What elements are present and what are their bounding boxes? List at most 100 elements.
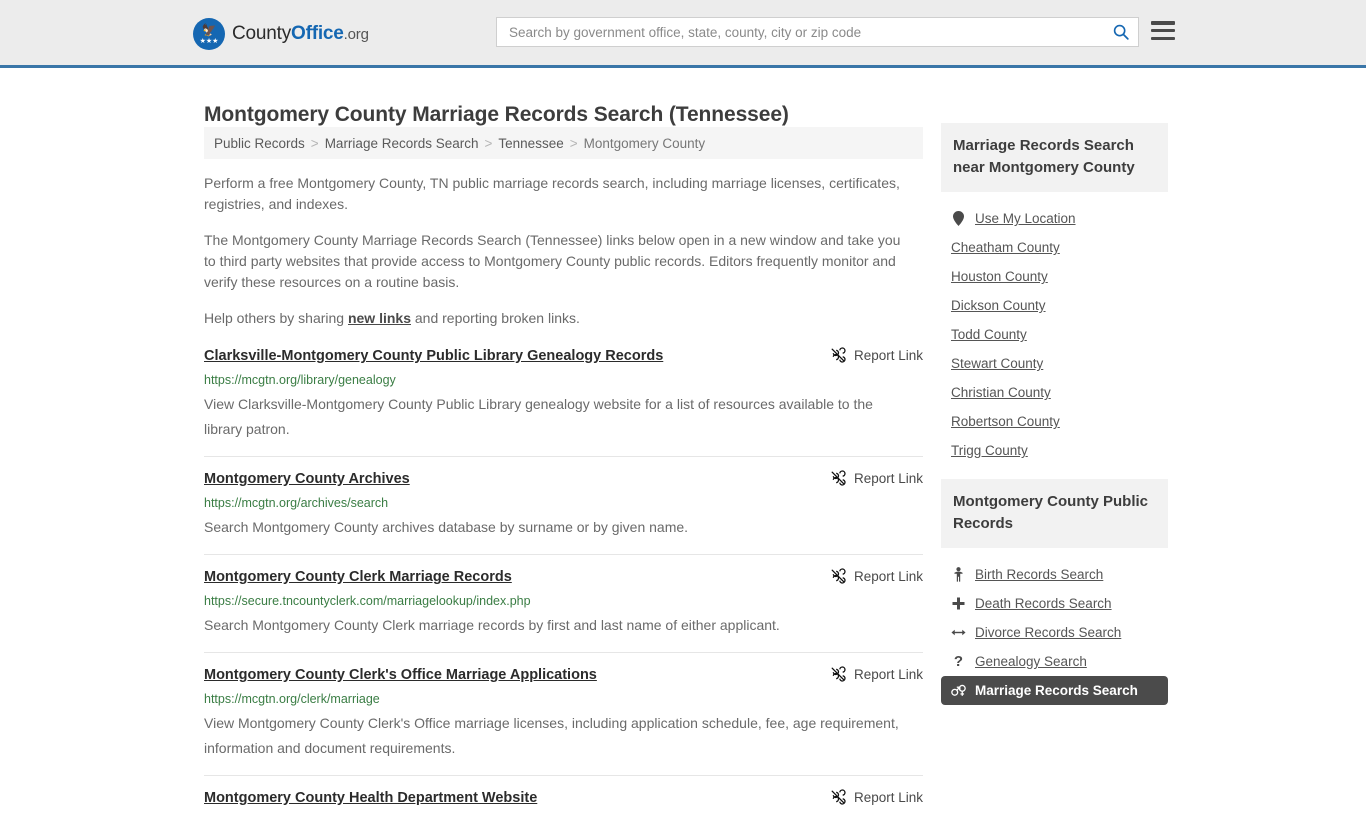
hamburger-bar: [1151, 28, 1175, 33]
sidebar-item-todd-county[interactable]: Todd County: [941, 320, 1168, 349]
logo-text-part3: .org: [343, 26, 369, 43]
logo-text: CountyOffice.org: [232, 23, 369, 45]
search-bar[interactable]: [496, 17, 1139, 47]
sidebar-item-robertson-county[interactable]: Robertson County: [941, 407, 1168, 436]
intro-paragraph-2: The Montgomery County Marriage Records S…: [204, 232, 901, 290]
sidebar-nearby-list: Use My Location Cheatham County Houston …: [941, 192, 1168, 465]
breadcrumb-separator: >: [569, 135, 578, 151]
baby-icon: [951, 567, 966, 582]
sidebar-item-label: Christian County: [951, 385, 1051, 400]
sidebar-item-label: Todd County: [951, 327, 1027, 342]
breadcrumb-item-montgomery-county: Montgomery County: [583, 135, 706, 151]
logo-text-part1: County: [232, 23, 292, 44]
map-pin-icon: [951, 211, 966, 226]
result-item: Montgomery County Archives Report Link h…: [204, 456, 923, 554]
broken-link-icon[interactable]: [830, 347, 846, 363]
sidebar-item-label: Death Records Search: [975, 596, 1112, 611]
help-prefix: Help others by sharing: [204, 310, 348, 326]
broken-link-icon[interactable]: [830, 666, 846, 682]
sidebar-item-marriage-records-search[interactable]: Marriage Records Search: [941, 676, 1168, 705]
result-item: Clarksville-Montgomery County Public Lib…: [204, 344, 923, 456]
search-input[interactable]: [507, 23, 1112, 41]
result-header: Montgomery County Archives Report Link: [204, 469, 923, 489]
main-content-column: Public Records > Marriage Records Search…: [204, 127, 923, 828]
result-title-link[interactable]: Montgomery County Health Department Webs…: [204, 788, 537, 808]
result-title-link[interactable]: Clarksville-Montgomery County Public Lib…: [204, 346, 663, 366]
sidebar-item-label: Dickson County: [951, 298, 1046, 313]
sidebar-item-label: Use My Location: [975, 211, 1076, 226]
eagle-stars-emblem-icon: 🦅 ★★★: [193, 18, 225, 50]
result-item: Montgomery County Clerk Marriage Records…: [204, 554, 923, 652]
site-header: 🦅 ★★★ CountyOffice.org: [0, 0, 1366, 68]
page-title: Montgomery County Marriage Records Searc…: [204, 103, 789, 127]
breadcrumb-item-tennessee[interactable]: Tennessee: [498, 136, 563, 151]
sidebar-item-stewart-county[interactable]: Stewart County: [941, 349, 1168, 378]
breadcrumb-separator: >: [310, 135, 319, 151]
result-description: View Clarksville-Montgomery County Publi…: [204, 396, 873, 437]
sidebar-item-label: Genealogy Search: [975, 654, 1087, 669]
sidebar-item-houston-county[interactable]: Houston County: [941, 262, 1168, 291]
report-link-button[interactable]: Report Link: [830, 469, 923, 486]
report-link-button[interactable]: Report Link: [830, 788, 923, 805]
sidebar-item-label: Cheatham County: [951, 240, 1060, 255]
sidebar-item-use-my-location[interactable]: Use My Location: [941, 204, 1168, 233]
sidebar-item-label: Houston County: [951, 269, 1048, 284]
result-header: Montgomery County Health Department Webs…: [204, 788, 923, 808]
report-link-label: Report Link: [853, 470, 923, 486]
sidebar-item-label: Stewart County: [951, 356, 1044, 371]
left-right-arrow-icon: [951, 627, 966, 638]
question-mark-icon: ?: [953, 653, 964, 670]
results-list: Clarksville-Montgomery County Public Lib…: [204, 344, 923, 828]
hamburger-bar: [1151, 21, 1175, 25]
result-title-link[interactable]: Montgomery County Clerk's Office Marriag…: [204, 665, 597, 685]
intro-help-line: Help others by sharing new links and rep…: [204, 308, 904, 329]
broken-link-icon[interactable]: [830, 568, 846, 584]
intro-paragraph-1: Perform a free Montgomery County, TN pub…: [204, 175, 900, 212]
sidebar-section-public-records: Montgomery County Public Records Birth R…: [941, 479, 1168, 705]
sidebar-item-label: Trigg County: [951, 443, 1028, 458]
sidebar-item-christian-county[interactable]: Christian County: [941, 378, 1168, 407]
sidebar-public-records-list: Birth Records Search Death Records Searc…: [941, 548, 1168, 705]
sidebar-item-label: Marriage Records Search: [975, 683, 1138, 698]
sidebar-item-cheatham-county[interactable]: Cheatham County: [941, 233, 1168, 262]
sidebar-item-birth-records-search[interactable]: Birth Records Search: [941, 560, 1168, 589]
sidebar-nearby-heading: Marriage Records Search near Montgomery …: [941, 123, 1168, 192]
sidebar-item-genealogy-search[interactable]: ? Genealogy Search: [941, 647, 1168, 676]
result-title-link[interactable]: Montgomery County Archives: [204, 469, 410, 489]
sidebar-item-label: Divorce Records Search: [975, 625, 1122, 640]
sidebar-section-nearby: Marriage Records Search near Montgomery …: [941, 123, 1168, 465]
report-link-label: Report Link: [853, 666, 923, 682]
report-link-button[interactable]: Report Link: [830, 346, 923, 363]
report-link-label: Report Link: [853, 568, 923, 584]
result-description: Search Montgomery County Clerk marriage …: [204, 617, 780, 633]
result-header: Montgomery County Clerk's Office Marriag…: [204, 665, 923, 685]
result-header: Clarksville-Montgomery County Public Lib…: [204, 346, 923, 366]
report-link-button[interactable]: Report Link: [830, 567, 923, 584]
result-title-link[interactable]: Montgomery County Clerk Marriage Records: [204, 567, 512, 587]
report-link-button[interactable]: Report Link: [830, 665, 923, 682]
logo-text-part2: Office: [291, 23, 344, 44]
result-description: Search Montgomery County archives databa…: [204, 519, 689, 535]
sidebar-item-dickson-county[interactable]: Dickson County: [941, 291, 1168, 320]
search-icon[interactable]: [1112, 23, 1130, 41]
result-header: Montgomery County Clerk Marriage Records…: [204, 567, 923, 587]
male-female-icon: [951, 684, 966, 697]
sidebar-item-death-records-search[interactable]: Death Records Search: [941, 589, 1168, 618]
intro-section: Perform a free Montgomery County, TN pub…: [204, 159, 923, 329]
result-url: https://mcgtn.org/clerk/marriage: [204, 692, 380, 706]
sidebar-item-trigg-county[interactable]: Trigg County: [941, 436, 1168, 465]
breadcrumb-item-marriage-records-search[interactable]: Marriage Records Search: [325, 136, 479, 151]
report-link-label: Report Link: [853, 347, 923, 363]
site-logo[interactable]: 🦅 ★★★ CountyOffice.org: [193, 18, 369, 50]
hamburger-menu-icon[interactable]: [1151, 21, 1175, 40]
breadcrumb-separator: >: [484, 135, 493, 151]
new-links-link[interactable]: new links: [348, 310, 411, 326]
broken-link-icon[interactable]: [830, 470, 846, 486]
sidebar-item-label: Robertson County: [951, 414, 1060, 429]
sidebar-public-records-heading: Montgomery County Public Records: [941, 479, 1168, 548]
sidebar-item-divorce-records-search[interactable]: Divorce Records Search: [941, 618, 1168, 647]
sidebar-item-label: Birth Records Search: [975, 567, 1104, 582]
breadcrumb-item-public-records[interactable]: Public Records: [214, 136, 305, 151]
result-url: https://mcgtn.org/library/genealogy: [204, 373, 396, 387]
broken-link-icon[interactable]: [830, 789, 846, 805]
